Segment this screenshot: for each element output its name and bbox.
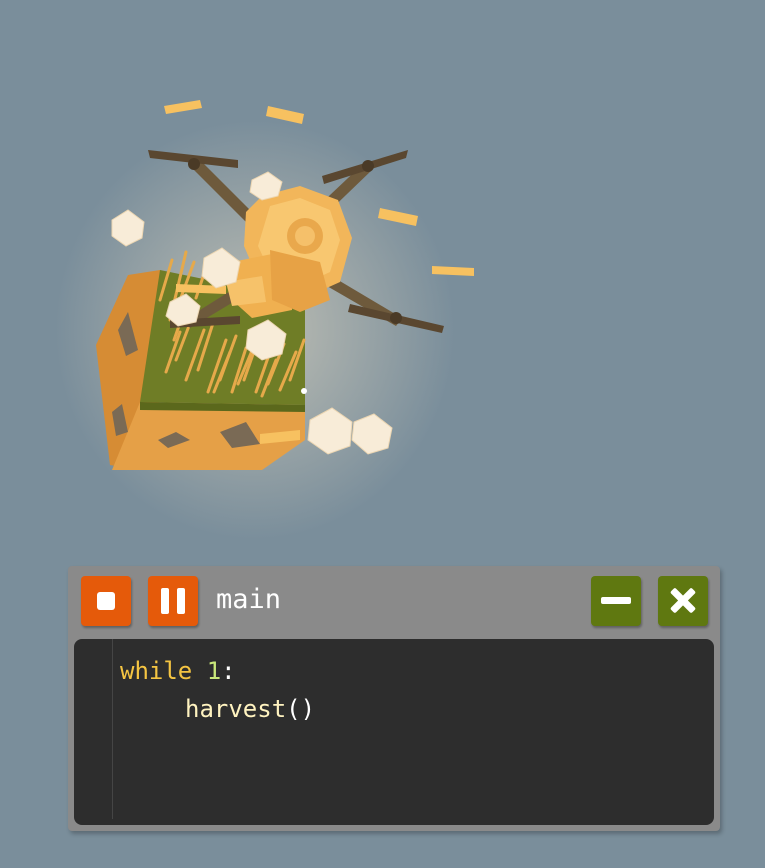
code-line[interactable]: harvest(): [185, 691, 315, 727]
parens-token: (): [286, 695, 316, 723]
function-call-token: harvest: [185, 695, 287, 723]
close-icon: [658, 576, 708, 626]
keyword-token: while: [120, 657, 193, 685]
game-scene: [55, 100, 474, 540]
stop-button[interactable]: [81, 576, 131, 626]
gutter-line: [112, 639, 113, 819]
pause-icon: [161, 588, 185, 614]
window-title: main: [216, 584, 282, 615]
colon-token: :: [221, 657, 236, 685]
code-line[interactable]: while 1:: [120, 653, 236, 689]
close-button[interactable]: [658, 576, 708, 626]
number-token: 1: [206, 657, 222, 685]
code-window: main while 1: harvest(): [68, 566, 720, 831]
pause-button[interactable]: [148, 576, 198, 626]
minimize-button[interactable]: [591, 576, 641, 626]
stop-icon: [97, 592, 115, 610]
code-editor[interactable]: while 1: harvest(): [74, 639, 714, 825]
minus-icon: [601, 597, 631, 604]
